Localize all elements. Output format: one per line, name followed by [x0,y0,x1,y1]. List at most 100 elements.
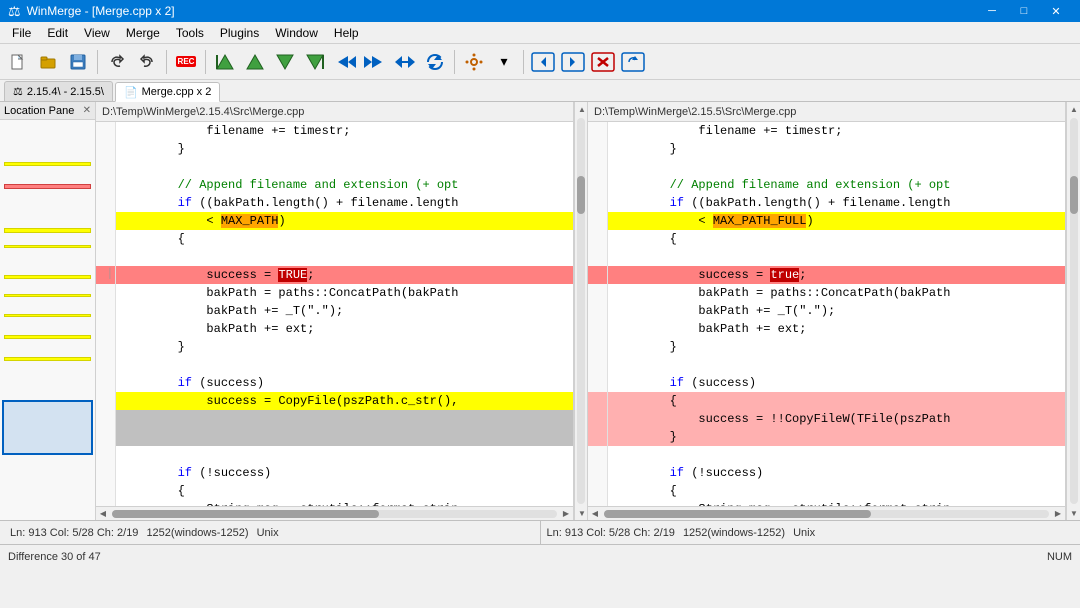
table-row: │ success = TRUE; [96,266,573,284]
nav-forward-button[interactable] [559,48,587,76]
nav-stop-button[interactable] [589,48,617,76]
num-mode: NUM [1047,551,1072,563]
right-scroll-right-arrow[interactable]: ▶ [1051,507,1065,521]
right-path: D:\Temp\WinMerge\2.15.5\Src\Merge.cpp [594,106,796,118]
table-row: bakPath += _T("."); [588,302,1065,320]
left-scroll-left-arrow[interactable]: ◀ [96,507,110,521]
redo-button[interactable] [133,48,161,76]
toolbar: REC ▾ [0,44,1080,80]
table-row: < MAX_PATH_FULL) [588,212,1065,230]
compare-icon: ⚖ [13,85,23,98]
vert-scroll-thumb[interactable] [577,176,585,215]
right-hscroll-track[interactable] [604,510,1049,518]
copy-both-button[interactable] [391,48,419,76]
loc-diff-6 [4,294,91,297]
right-vert-scrollbar: ▲ ▼ [1066,102,1080,520]
tab-compare-label: 2.15.4\ - 2.15.5\ [27,86,104,98]
right-vert-scroll-down[interactable]: ▼ [1067,506,1080,520]
table-row [96,158,573,176]
menu-file[interactable]: File [4,22,39,44]
table-row: filename += timestr; [588,122,1065,140]
table-row: bakPath += ext; [588,320,1065,338]
left-hscroll-thumb[interactable] [112,510,379,518]
nav-reload-button[interactable] [619,48,647,76]
loc-diff-9 [4,357,91,361]
tab-compare[interactable]: ⚖ 2.15.4\ - 2.15.5\ [4,81,113,101]
undo-button[interactable] [103,48,131,76]
table-row: { [588,392,1065,410]
table-row [96,248,573,266]
tabbar: ⚖ 2.15.4\ - 2.15.5\ 📄 Merge.cpp x 2 [0,80,1080,102]
menubar: File Edit View Merge Tools Plugins Windo… [0,22,1080,44]
left-code-lines: filename += timestr; } [96,122,573,506]
new-button[interactable] [4,48,32,76]
location-pane-close-button[interactable]: ✕ [83,105,91,116]
right-diff-content[interactable]: filename += timestr; } // Append filenam… [588,122,1065,506]
left-pane-header: D:\Temp\WinMerge\2.15.4\Src\Merge.cpp [96,102,573,122]
right-vert-scroll-up[interactable]: ▲ [1067,102,1080,116]
options-button[interactable] [460,48,488,76]
refresh-button[interactable] [421,48,449,76]
nav-back-button[interactable] [529,48,557,76]
prev-diff-button[interactable] [241,48,269,76]
right-scroll-left-arrow[interactable]: ◀ [588,507,602,521]
table-row: if (!success) [96,464,573,482]
right-vert-scroll-track[interactable] [1070,118,1078,504]
first-diff-button[interactable] [211,48,239,76]
loc-viewport-indicator[interactable] [2,400,93,455]
location-pane-label: Location Pane [4,105,74,117]
minimize-button[interactable]: ─ [976,0,1008,22]
table-row [588,248,1065,266]
left-diff-content[interactable]: filename += timestr; } [96,122,573,506]
table-row: { [96,482,573,500]
loc-diff-3 [4,228,91,233]
vert-scroll-down-arrow[interactable]: ▼ [575,506,589,520]
left-status-eol: Unix [257,527,279,539]
copy-right-button[interactable] [331,48,359,76]
left-diff-pane: D:\Temp\WinMerge\2.15.4\Src\Merge.cpp fi… [96,102,574,520]
loc-diff-2 [4,184,91,189]
left-status-encoding: 1252(windows-1252) [146,527,248,539]
open-button[interactable] [34,48,62,76]
right-hscroll-thumb[interactable] [604,510,871,518]
vert-scroll-track[interactable] [577,118,585,504]
menu-view[interactable]: View [76,22,118,44]
location-pane: Location Pane ✕ [0,102,96,520]
close-button[interactable]: ✕ [1040,0,1072,22]
table-row: success = !!CopyFileW(TFile(pszPath [588,410,1065,428]
menu-help[interactable]: Help [326,22,367,44]
left-hscrollbar[interactable]: ◀ ▶ [96,506,573,520]
loc-diff-5 [4,275,91,279]
table-row: if (success) [96,374,573,392]
table-row [96,446,573,464]
menu-merge[interactable]: Merge [118,22,168,44]
app-icon: ⚖ [8,3,21,20]
right-vert-scroll-thumb[interactable] [1070,176,1078,215]
menu-tools[interactable]: Tools [168,22,212,44]
right-hscrollbar[interactable]: ◀ ▶ [588,506,1065,520]
loc-diff-4 [4,245,91,248]
dropdown-button[interactable]: ▾ [490,48,518,76]
menu-window[interactable]: Window [267,22,326,44]
maximize-button[interactable]: □ [1008,0,1040,22]
toolbar-sep-2 [166,50,167,74]
save-button[interactable] [64,48,92,76]
left-scroll-right-arrow[interactable]: ▶ [559,507,573,521]
table-row: } [588,338,1065,356]
table-row: // Append filename and extension (+ opt [96,176,573,194]
menu-edit[interactable]: Edit [39,22,76,44]
tab-merge[interactable]: 📄 Merge.cpp x 2 [115,82,220,102]
table-row: { [588,482,1065,500]
next-diff-button[interactable] [271,48,299,76]
table-row: // Append filename and extension (+ opt [588,176,1065,194]
table-row: if ((bakPath.length() + filename.length [96,194,573,212]
left-hscroll-track[interactable] [112,510,557,518]
copy-left-button[interactable] [361,48,389,76]
record-button[interactable]: REC [172,48,200,76]
vert-scroll-up-arrow[interactable]: ▲ [575,102,589,116]
table-row: bakPath += _T("."); [96,302,573,320]
last-diff-button[interactable] [301,48,329,76]
toolbar-sep-5 [523,50,524,74]
menu-plugins[interactable]: Plugins [212,22,267,44]
table-row: if (success) [588,374,1065,392]
